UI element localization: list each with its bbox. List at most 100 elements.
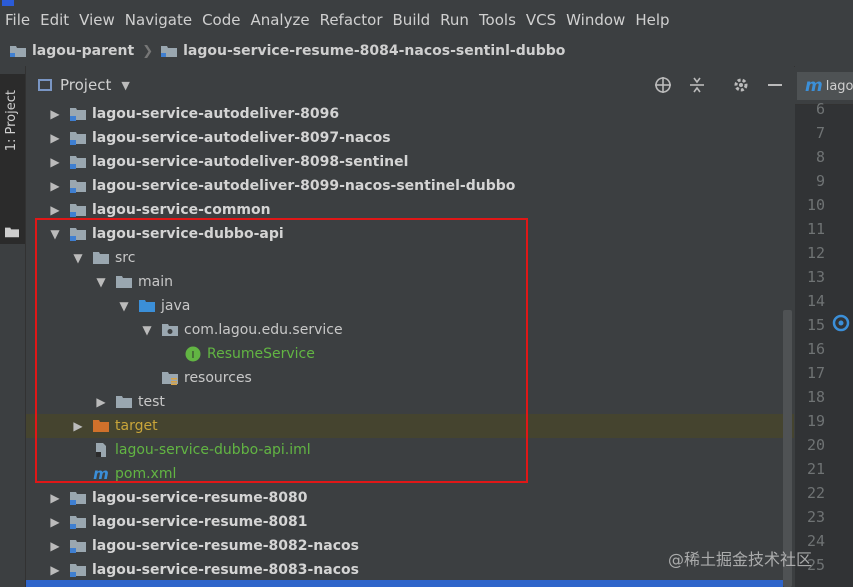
menu-item-refactor[interactable]: Refactor [315, 6, 388, 34]
line-number: 9 [815, 172, 825, 190]
tree-item-label: lagou-service-autodeliver-8099-nacos-sen… [92, 178, 516, 194]
tree-row-test[interactable]: ▶ test [26, 390, 794, 414]
tree-item-label: pom.xml [115, 466, 177, 482]
tree-row-lagou-service-dubbo-api[interactable]: ▼ lagou-service-dubbo-api [26, 222, 794, 246]
tree-row-resumeservice[interactable]: ▶IResumeService [26, 342, 794, 366]
tree-item-label: target [115, 418, 158, 434]
tree-row-main[interactable]: ▼ main [26, 270, 794, 294]
menu-item-build[interactable]: Build [388, 6, 436, 34]
svg-text:I: I [192, 350, 195, 361]
tree-item-label: src [115, 250, 136, 266]
menu-item-analyze[interactable]: Analyze [245, 6, 314, 34]
expand-arrow-icon[interactable]: ▼ [71, 251, 85, 265]
tree-row-src[interactable]: ▼ src [26, 246, 794, 270]
panel-title: Project [60, 76, 112, 94]
menu-item-view[interactable]: View [74, 6, 120, 34]
menu-item-file[interactable]: File [0, 6, 35, 34]
tree-row-lagou-service-dubbo-api-iml[interactable]: ▶lagou-service-dubbo-api.iml [26, 438, 794, 462]
module-folder-icon [70, 108, 86, 121]
locate-target-icon[interactable] [654, 76, 672, 94]
line-number: 19 [806, 412, 825, 430]
collapse-all-icon[interactable] [688, 76, 706, 94]
line-number: 7 [815, 124, 825, 142]
tree-item-label: lagou-service-autodeliver-8096 [92, 106, 340, 122]
collapse-arrow-icon[interactable]: ▶ [48, 563, 62, 577]
line-number: 18 [806, 388, 825, 406]
tree-item-label: lagou-service-autodeliver-8098-sentinel [92, 154, 409, 170]
tree-row-lagou-service-resume-8081[interactable]: ▶ lagou-service-resume-8081 [26, 510, 794, 534]
hide-panel-icon[interactable] [766, 76, 784, 94]
line-number: 12 [806, 244, 825, 262]
folder-icon [116, 396, 132, 408]
tree-row-pom-xml[interactable]: ▶mpom.xml [26, 462, 794, 486]
expand-arrow-icon[interactable]: ▼ [48, 227, 62, 241]
line-number: 21 [806, 460, 825, 478]
tree-row-java[interactable]: ▼ java [26, 294, 794, 318]
module-folder-icon [70, 228, 86, 241]
tree-row-com-lagou-edu-service[interactable]: ▼ com.lagou.edu.service [26, 318, 794, 342]
line-number: 17 [806, 364, 825, 382]
tree-item-label: lagou-service-autodeliver-8097-nacos [92, 130, 391, 146]
collapse-arrow-icon[interactable]: ▶ [48, 491, 62, 505]
source-folder-icon [139, 300, 155, 312]
project-tool-tab[interactable]: 1: Project [0, 74, 25, 244]
tree-item-label: test [138, 394, 165, 410]
expand-arrow-icon[interactable]: ▼ [140, 323, 154, 337]
menu-item-code[interactable]: Code [197, 6, 245, 34]
module-folder-icon [10, 46, 26, 57]
module-folder-icon [70, 540, 86, 553]
maven-icon: m [93, 466, 109, 482]
menu-item-run[interactable]: Run [435, 6, 474, 34]
breadcrumb-item-module[interactable]: lagou-service-resume-8084-nacos-sentinl-… [161, 43, 565, 59]
watermark-text: @稀土掘金技术社区 [668, 550, 813, 569]
breadcrumb-item-parent[interactable]: lagou-parent [10, 43, 134, 59]
collapse-arrow-icon[interactable]: ▶ [48, 155, 62, 169]
iml-file-icon [96, 443, 106, 457]
interface-icon: I [185, 346, 201, 362]
expand-arrow-icon[interactable]: ▼ [117, 299, 131, 313]
folder-icon [116, 276, 132, 288]
left-tool-strip: 1: Project [0, 66, 26, 587]
tree-row-lagou-service-resume-8080[interactable]: ▶ lagou-service-resume-8080 [26, 486, 794, 510]
menu-item-tools[interactable]: Tools [474, 6, 521, 34]
tree-row-lagou-service-autodeliver-8097-nacos[interactable]: ▶ lagou-service-autodeliver-8097-nacos [26, 126, 794, 150]
collapse-arrow-icon[interactable]: ▶ [48, 203, 62, 217]
tree-row-lagou-service-common[interactable]: ▶ lagou-service-common [26, 198, 794, 222]
navigation-bar: lagou-parent ❯ lagou-service-resume-8084… [0, 36, 853, 67]
menu-bar: File Edit View Navigate Code Analyze Refactor B… [0, 6, 853, 34]
project-panel-header: Project ▼ [26, 66, 794, 105]
menu-item-help[interactable]: Help [630, 6, 674, 34]
tree-row-lagou-service-autodeliver-8098-sentinel[interactable]: ▶ lagou-service-autodeliver-8098-sentinel [26, 150, 794, 174]
tree-row-target[interactable]: ▶ target [26, 414, 794, 438]
excluded-folder-icon [93, 420, 109, 432]
collapse-arrow-icon[interactable]: ▶ [48, 131, 62, 145]
collapse-arrow-icon[interactable]: ▶ [48, 515, 62, 529]
selected-row-strip [26, 580, 783, 587]
implemented-marker-icon[interactable] [832, 314, 850, 332]
menu-item-vcs[interactable]: VCS [521, 6, 561, 34]
collapse-arrow-icon[interactable]: ▶ [94, 395, 108, 409]
menu-item-navigate[interactable]: Navigate [120, 6, 197, 34]
project-tool-tab-label: 1: Project [4, 90, 19, 152]
tree-row-resources[interactable]: ▶resources [26, 366, 794, 390]
expand-arrow-icon[interactable]: ▼ [94, 275, 108, 289]
module-folder-icon [70, 180, 86, 193]
module-folder-icon [70, 132, 86, 145]
editor-tab[interactable]: m lago [797, 72, 853, 100]
collapse-arrow-icon[interactable]: ▶ [71, 419, 85, 433]
collapse-arrow-icon[interactable]: ▶ [48, 107, 62, 121]
tree-row-lagou-service-autodeliver-8096[interactable]: ▶ lagou-service-autodeliver-8096 [26, 102, 794, 126]
line-number: 13 [806, 268, 825, 286]
menu-item-window[interactable]: Window [561, 6, 630, 34]
project-view-selector[interactable]: Project ▼ [38, 76, 130, 94]
breadcrumb-label: lagou-service-resume-8084-nacos-sentinl-… [183, 43, 566, 59]
module-folder-icon [161, 46, 178, 57]
menu-item-edit[interactable]: Edit [35, 6, 74, 34]
tree-row-lagou-service-autodeliver-8099-nacos-sentinel-dubbo[interactable]: ▶ lagou-service-autodeliver-8099-nacos-se… [26, 174, 794, 198]
collapse-arrow-icon[interactable]: ▶ [48, 179, 62, 193]
collapse-arrow-icon[interactable]: ▶ [48, 539, 62, 553]
svg-text:m: m [93, 466, 109, 482]
breadcrumb-label: lagou-parent [32, 43, 135, 59]
gear-icon[interactable] [732, 76, 750, 94]
tree-item-label: lagou-service-resume-8080 [92, 490, 308, 506]
